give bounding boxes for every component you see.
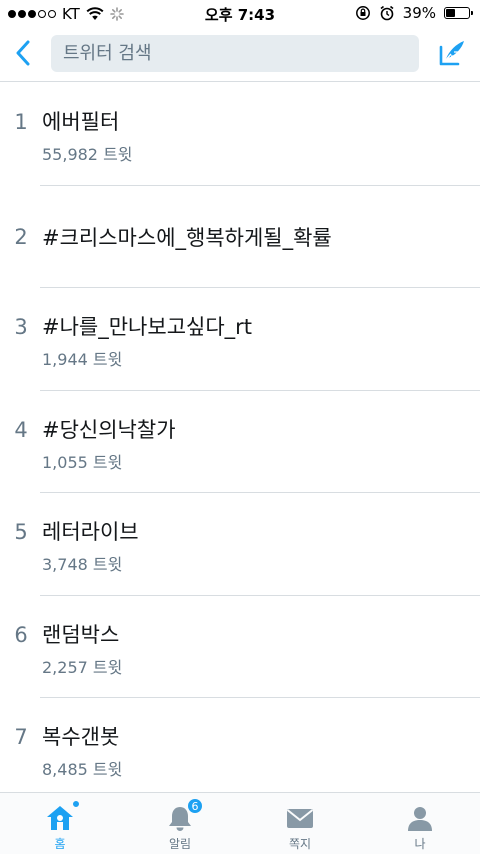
trend-rank: 6 (14, 622, 28, 647)
battery-icon (444, 7, 473, 19)
tab-home-label: 홈 (54, 837, 66, 851)
trend-tweet-count: 55,982 트윗 (42, 145, 133, 164)
home-icon (47, 806, 73, 830)
trend-rank: 7 (14, 725, 28, 749)
trend-row[interactable]: 2 #크리스마스에_행복하게될_확률 (0, 186, 480, 289)
bell-icon-wrapper: 6 (164, 797, 204, 834)
trend-name: 랜덤박스 (42, 622, 120, 647)
person-icon-wrapper (404, 802, 436, 834)
compose-feather-icon (439, 41, 464, 66)
trend-name: 복수갠봇 (42, 725, 120, 749)
trend-name: 레터라이브 (42, 520, 139, 544)
trend-row[interactable]: 6 랜덤박스 2,257 트윗 (0, 596, 480, 699)
trend-tweet-count: 2,257 트윗 (42, 657, 123, 677)
alarm-icon (380, 5, 394, 21)
tab-messages[interactable]: 쪽지 (240, 793, 360, 854)
home-unread-dot (72, 800, 80, 808)
trend-rank: 1 (14, 110, 28, 134)
rotation-lock-icon (355, 6, 370, 20)
tab-home[interactable]: 홈 (0, 793, 120, 854)
search-box[interactable] (51, 35, 419, 72)
trend-tweet-count: 1,055 트윗 (42, 452, 123, 472)
trend-row[interactable]: 7 복수갠봇 8,485 트윗 (0, 698, 480, 801)
tab-me[interactable]: 나 (360, 793, 480, 854)
trend-row[interactable]: 3 #나를_만나보고싶다_rt 1,944 트윗 (0, 288, 480, 391)
battery-percent: 39% (402, 4, 436, 22)
tab-notifications-label: 알림 (168, 837, 192, 851)
trend-rank: 2 (14, 224, 28, 249)
trend-name: #크리스마스에_행복하게될_확률 (42, 225, 332, 250)
home-icon-wrapper (44, 800, 80, 834)
envelope-icon (286, 809, 314, 828)
trend-name: 에버필터 (42, 110, 120, 134)
trend-rank: 4 (14, 417, 28, 442)
chevron-left-icon (16, 40, 30, 66)
trend-name: #당신의낙찰가 (42, 417, 176, 442)
trend-rank: 5 (14, 520, 28, 544)
compose-tweet-button[interactable] (436, 37, 468, 69)
notifications-badge: 6 (186, 797, 204, 815)
trend-row[interactable]: 4 #당신의낙찰가 1,055 트윗 (0, 391, 480, 494)
status-bar: KT 오후 7:43 39% (0, 0, 480, 28)
tab-notifications[interactable]: 6 알림 (120, 793, 240, 854)
tab-me-label: 나 (414, 837, 426, 851)
tab-messages-label: 쪽지 (288, 837, 312, 851)
trend-tweet-count: 3,748 트윗 (42, 555, 123, 574)
search-header (0, 28, 480, 82)
tab-bar: 홈 6 알림 쪽지 나 (0, 792, 480, 854)
search-input[interactable] (63, 43, 419, 64)
person-icon (408, 807, 432, 831)
trend-name: #나를_만나보고싶다_rt (42, 315, 253, 339)
envelope-icon-wrapper (284, 802, 316, 834)
trend-row[interactable]: 1 에버필터 55,982 트윗 (0, 83, 480, 186)
trend-tweet-count: 8,485 트윗 (42, 760, 123, 779)
battery-level-fill (446, 9, 455, 17)
trend-row[interactable]: 5 레터라이브 3,748 트윗 (0, 493, 480, 596)
trend-tweet-count: 1,944 트윗 (42, 350, 123, 369)
trend-rank: 3 (14, 315, 28, 339)
trends-list: 1 에버필터 55,982 트윗 2 #크리스마스에_행복하게될_확률 3 #나를_만나보고… (0, 83, 480, 801)
back-button[interactable] (6, 36, 40, 70)
status-right: 39% (355, 4, 473, 22)
